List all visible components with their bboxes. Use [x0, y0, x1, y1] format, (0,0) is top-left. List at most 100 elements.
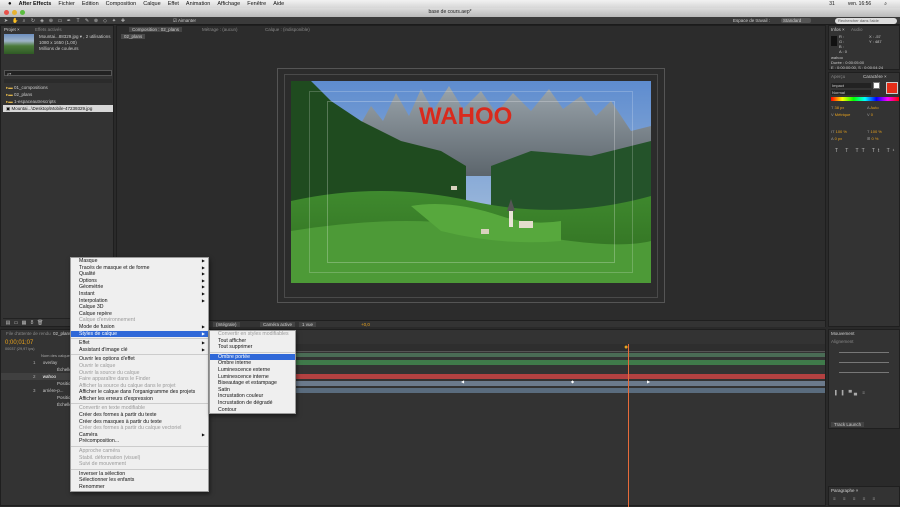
- stroke-color-swatch[interactable]: [886, 82, 898, 94]
- current-time[interactable]: 0;00;01;07: [5, 340, 33, 346]
- align-buttons[interactable]: ▌▐ ▀▄ ≡: [835, 390, 867, 395]
- paragraph-align-buttons[interactable]: ≡ ≡ ≡ ≡ ≡: [833, 496, 878, 501]
- menu-item-options[interactable]: Options ▶: [71, 278, 208, 285]
- submenu-item-ombre-interne[interactable]: Ombre interne: [210, 360, 295, 367]
- fill-color-swatch[interactable]: [873, 82, 880, 89]
- pan-behind-tool-icon[interactable]: ⊕: [48, 18, 54, 24]
- submenu-item-incrustation-couleur[interactable]: Incrustation couleur: [210, 393, 295, 400]
- keyframe-icon[interactable]: ▶: [647, 379, 650, 384]
- slider-track[interactable]: [839, 352, 889, 353]
- tab-composition[interactable]: Composition : 02_plans: [129, 27, 183, 32]
- roto-tool-icon[interactable]: ✦: [111, 18, 117, 24]
- submenu-item-biseautage-et-estampage[interactable]: Biseautage et estampage: [210, 380, 295, 387]
- menu-item-renommer[interactable]: Renommer: [71, 484, 208, 491]
- workspace-select[interactable]: Standard: [781, 18, 812, 23]
- type-tool-icon[interactable]: T: [75, 18, 81, 24]
- tab-audio[interactable]: Audio: [851, 27, 863, 32]
- track-launch-button[interactable]: Track Launch: [831, 422, 865, 427]
- menu-item-calque-3d[interactable]: Calque 3D: [71, 304, 208, 311]
- menu-item-assistant-d-image-cle[interactable]: Assistant d'image clé ▶: [71, 347, 208, 354]
- tab-render-queue[interactable]: File d'attente de rendu: [6, 331, 51, 336]
- menu-item-creer-des-formes-a-partir-du-texte[interactable]: Créer des formes à partir du texte: [71, 412, 208, 419]
- tab-layer[interactable]: Calque : (indisponible): [265, 27, 310, 32]
- slider-track[interactable]: [839, 372, 889, 373]
- tab-preview[interactable]: Aperçu: [831, 74, 845, 79]
- menu-item-masque[interactable]: Masque ▶: [71, 258, 208, 265]
- playhead-handle-icon[interactable]: ●: [624, 344, 633, 352]
- menu-item-camera[interactable]: Caméra ▶: [71, 432, 208, 439]
- menu-item-mode-de-fusion[interactable]: Mode de fusion ▶: [71, 324, 208, 331]
- trash-icon[interactable]: 🗑: [37, 320, 43, 326]
- slider-track[interactable]: [839, 362, 889, 363]
- menu-affichage[interactable]: Affichage: [217, 1, 240, 7]
- snap-checkbox[interactable]: ☑ Aimanter: [173, 18, 196, 24]
- color-spectrum[interactable]: [831, 97, 899, 101]
- menu-item-geometrie[interactable]: Géométrie ▶: [71, 284, 208, 291]
- puppet-tool-icon[interactable]: ✚: [120, 18, 126, 24]
- menu-effet[interactable]: Effet: [168, 1, 179, 7]
- work-area-bar[interactable]: [261, 353, 825, 357]
- layer-bar-overlay[interactable]: [261, 360, 825, 365]
- submenu-item-tout-supprimer[interactable]: Tout supprimer: [210, 344, 295, 351]
- submenu-item-ombre-portee[interactable]: Ombre portée: [210, 353, 295, 361]
- camera-select[interactable]: Caméra active: [260, 322, 296, 327]
- list-item-selected-label[interactable]: ▣ Mountai...\Desktop\Mobile-47239329.jpg: [6, 106, 92, 112]
- menu-item-ouvrir-les-options-d-effet[interactable]: Ouvrir les options d'effet: [71, 356, 208, 363]
- tab-info[interactable]: Infos ×: [831, 27, 845, 32]
- text-style-buttons[interactable]: T T TT Tt T¹ T₁: [835, 148, 900, 154]
- menu-item-creer-des-masques-a-partir-du-texte[interactable]: Créer des masques à partir du texte: [71, 419, 208, 426]
- submenu-item-luminescence-externe[interactable]: Luminescence externe: [210, 367, 295, 374]
- menu-item-afficher-le-calque-dans-l-organigramme-des-projets[interactable]: Afficher le calque dans l'organigramme d…: [71, 389, 208, 396]
- hand-tool-icon[interactable]: ✋: [12, 18, 18, 24]
- menu-calque[interactable]: Calque: [143, 1, 160, 7]
- new-comp-icon[interactable]: ▦: [21, 320, 27, 326]
- menu-item-effet[interactable]: Effet ▶: [71, 340, 208, 347]
- menu-edition[interactable]: Edition: [82, 1, 99, 7]
- keyframe-track-position[interactable]: [261, 381, 825, 386]
- tab-character[interactable]: Caractère ×: [863, 74, 887, 79]
- font-family-select[interactable]: Impact: [831, 83, 871, 88]
- zoom-tool-icon[interactable]: ⌕: [21, 18, 27, 24]
- playhead[interactable]: [628, 344, 629, 507]
- exposure-value[interactable]: +0,0: [361, 322, 370, 327]
- spotlight-icon[interactable]: ⌕: [884, 1, 887, 7]
- submenu-item-luminescence-interne[interactable]: Luminescence interne: [210, 374, 295, 381]
- close-window-icon[interactable]: [4, 10, 9, 15]
- menu-item-calque-repere[interactable]: Calque repère: [71, 311, 208, 318]
- menu-item-instant[interactable]: Instant ▶: [71, 291, 208, 298]
- brush-tool-icon[interactable]: ✎: [84, 18, 90, 24]
- submenu-item-tout-afficher[interactable]: Tout afficher: [210, 338, 295, 345]
- views-select[interactable]: 1 vue: [299, 322, 317, 327]
- apple-icon[interactable]: ●: [8, 1, 12, 7]
- submenu-item-satin[interactable]: Satin: [210, 387, 295, 394]
- minimize-window-icon[interactable]: [12, 10, 17, 15]
- rotate-tool-icon[interactable]: ↻: [30, 18, 36, 24]
- font-style-select[interactable]: Normal: [831, 90, 871, 95]
- tab-motion[interactable]: Mouvement: [831, 331, 855, 336]
- menu-app[interactable]: After Effects: [19, 1, 52, 7]
- submenu-item-contour[interactable]: Contour: [210, 407, 295, 414]
- menu-item-traces-de-masque-et-de-forme[interactable]: Tracés de masque et de forme ▶: [71, 265, 208, 272]
- pen-tool-icon[interactable]: ✒: [66, 18, 72, 24]
- layer-name-header[interactable]: Nom des calques: [41, 353, 72, 358]
- zoom-window-icon[interactable]: [20, 10, 25, 15]
- menu-composition[interactable]: Composition: [106, 1, 137, 7]
- selection-tool-icon[interactable]: ➤: [3, 18, 9, 24]
- menu-fenetre[interactable]: Fenêtre: [247, 1, 266, 7]
- clock[interactable]: ven. 16:56: [848, 1, 871, 7]
- tab-effects[interactable]: Effets activés: [35, 27, 62, 32]
- list-item[interactable]: ▸▬ 02_plans: [6, 92, 32, 98]
- keyframe-icon[interactable]: ◀: [461, 379, 464, 384]
- interpret-footage-icon[interactable]: ▤: [5, 320, 11, 326]
- menu-item-interpolation[interactable]: Interpolation ▶: [71, 298, 208, 305]
- tab-paragraph[interactable]: Paragraphe ×: [831, 488, 858, 493]
- menu-item-styles-de-calque[interactable]: Styles de calque ▶: [71, 330, 208, 338]
- new-folder-icon[interactable]: ▭: [13, 320, 19, 326]
- menu-aide[interactable]: Aide: [273, 1, 284, 7]
- menu-item-inverser-la-selection[interactable]: Inverser la sélection: [71, 471, 208, 478]
- layer-bar-wahoo[interactable]: [261, 374, 825, 379]
- resolution-select[interactable]: (Intégrale): [213, 322, 240, 327]
- time-ruler[interactable]: [261, 344, 825, 352]
- tab-footage[interactable]: Métrage : (aucun): [202, 27, 238, 32]
- comp-breadcrumb[interactable]: 02_plans: [121, 34, 146, 39]
